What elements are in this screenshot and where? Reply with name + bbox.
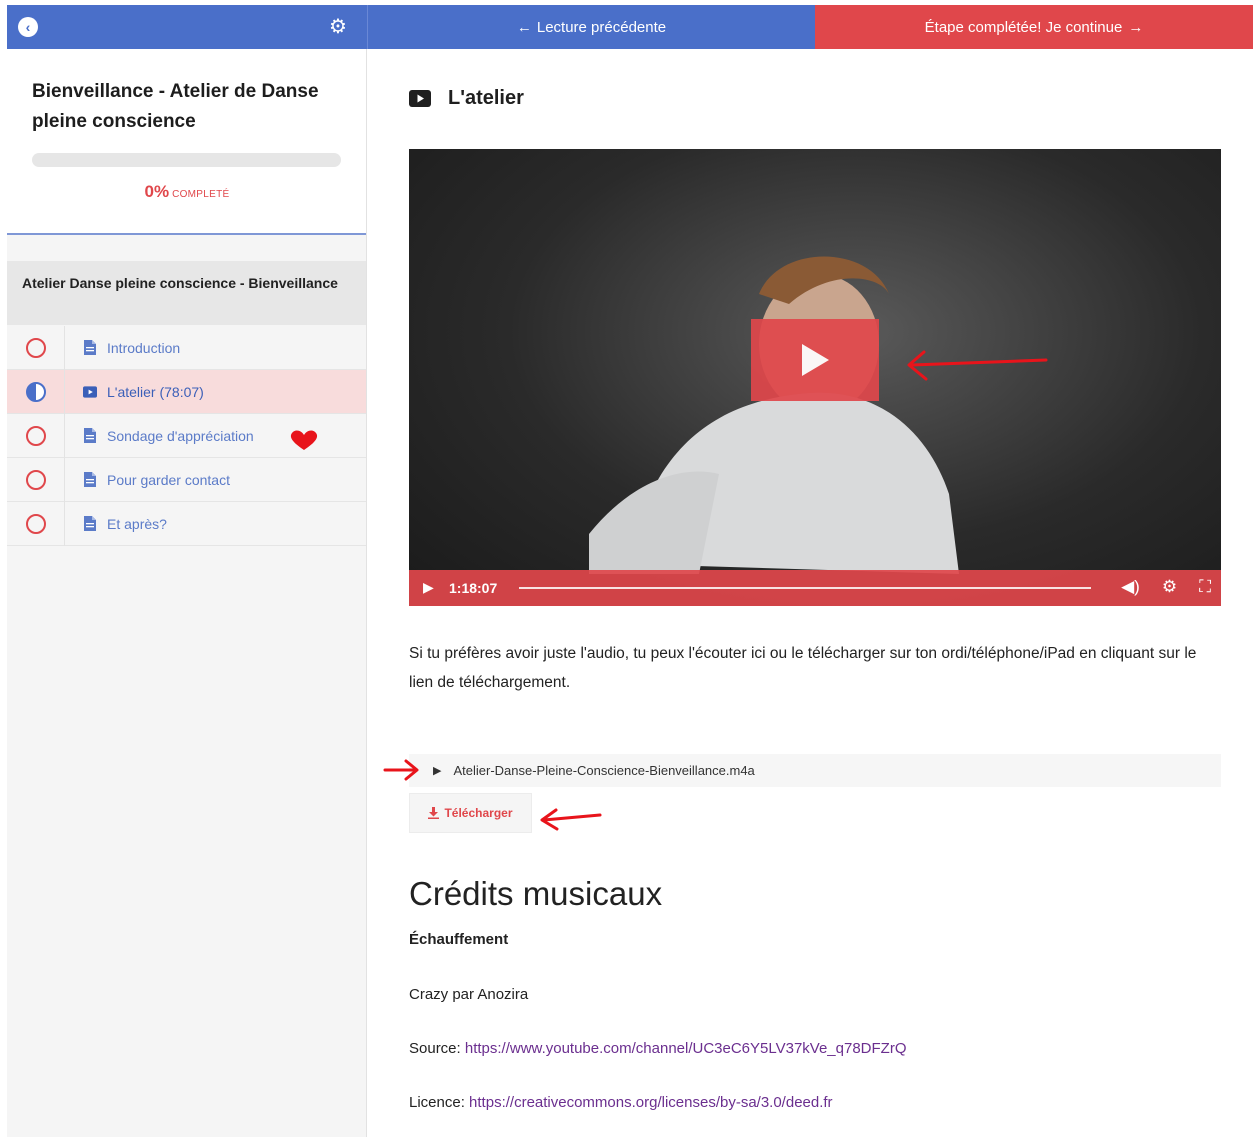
play-icon[interactable]: ▶: [433, 764, 441, 777]
top-bar: ‹ ⚙ ← Lecture précédente Étape complétée…: [7, 5, 1253, 49]
section-title: Atelier Danse pleine conscience - Bienve…: [7, 261, 366, 325]
lesson-item[interactable]: Introduction: [7, 325, 366, 370]
progress-label: COMPLETÉ: [172, 189, 230, 200]
lesson-status: [7, 457, 65, 502]
lesson-label: Sondage d'appréciation: [107, 427, 254, 444]
lesson-content: L'atelier ▶ 1:18:07 ◀) ⚙ ⛶ Si tu préfère…: [368, 49, 1253, 1137]
lesson-status: [7, 413, 65, 458]
complete-and-continue-button[interactable]: Étape complétée! Je continue →: [815, 5, 1253, 49]
document-icon: [83, 515, 97, 532]
audio-instructions: Si tu préfères avoir juste l'audio, tu p…: [409, 645, 1197, 691]
back-icon[interactable]: ‹: [18, 17, 38, 37]
course-header: Bienveillance - Atelier de Danse pleine …: [7, 49, 366, 235]
licence-link[interactable]: https://creativecommons.org/licenses/by-…: [469, 1094, 833, 1111]
licence-label: Licence:: [409, 1094, 465, 1111]
incomplete-circle-icon: [25, 337, 46, 358]
lesson-item-active[interactable]: L'atelier (78:07): [7, 369, 366, 414]
credits-source: Source: https://www.youtube.com/channel/…: [409, 1040, 907, 1057]
video-icon: [409, 90, 431, 107]
progress-text: 0% COMPLETÉ: [7, 182, 367, 202]
credits-licence: Licence: https://creativecommons.org/lic…: [409, 1094, 833, 1111]
video-frame: [589, 256, 959, 574]
play-small-icon[interactable]: ▶: [423, 579, 434, 596]
complete-continue-label: Étape complétée! Je continue: [924, 18, 1123, 36]
lesson-item[interactable]: Et après?: [7, 501, 366, 546]
arrow-right-icon: →: [1128, 18, 1144, 36]
volume-icon[interactable]: ◀): [1121, 577, 1140, 597]
credits-title: Crédits musicaux: [409, 875, 663, 912]
source-label: Source:: [409, 1040, 461, 1057]
in-progress-circle-icon: [25, 381, 46, 402]
video-player[interactable]: ▶ 1:18:07 ◀) ⚙ ⛶: [409, 149, 1221, 606]
top-bar-left: ‹ ⚙: [7, 5, 367, 49]
gear-icon[interactable]: ⚙: [329, 15, 347, 39]
video-icon: [83, 383, 97, 400]
course-title: Bienveillance - Atelier de Danse pleine …: [32, 81, 319, 132]
incomplete-circle-icon: [25, 425, 46, 446]
audio-player[interactable]: ▶ Atelier-Danse-Pleine-Conscience-Bienve…: [409, 754, 1221, 787]
lesson-label: Pour garder contact: [107, 471, 230, 488]
previous-lesson-label: Lecture précédente: [536, 18, 667, 36]
settings-icon[interactable]: ⚙: [1162, 577, 1177, 597]
progress-bar: [32, 153, 341, 167]
lesson-status: [7, 325, 65, 370]
lesson-list: Introduction L'atelier (78:07) Sondage d…: [7, 325, 366, 546]
incomplete-circle-icon: [25, 469, 46, 490]
progress-percent: 0%: [144, 182, 170, 201]
previous-lesson-button[interactable]: ← Lecture précédente: [367, 5, 815, 49]
document-icon: [83, 427, 97, 444]
video-timecode: 1:18:07: [449, 580, 498, 596]
arrow-left-icon: ←: [516, 18, 532, 36]
video-controls: ▶ 1:18:07 ◀) ⚙ ⛶: [409, 570, 1221, 606]
download-label: Télécharger: [444, 806, 513, 820]
lesson-item[interactable]: Sondage d'appréciation: [7, 413, 366, 458]
lesson-heading: L'atelier: [409, 87, 524, 110]
lesson-label: Introduction: [107, 339, 181, 356]
document-icon: [83, 339, 97, 356]
incomplete-circle-icon: [25, 513, 46, 534]
lesson-label: Et après?: [107, 515, 167, 532]
lesson-item[interactable]: Pour garder contact: [7, 457, 366, 502]
credits-track: Crazy par Anozira: [409, 986, 529, 1003]
play-icon: [802, 344, 829, 376]
lesson-status: [7, 369, 65, 414]
video-scrubber[interactable]: [519, 587, 1091, 589]
lesson-heading-text: L'atelier: [448, 87, 524, 109]
fullscreen-icon[interactable]: ⛶: [1199, 577, 1211, 597]
source-link[interactable]: https://www.youtube.com/channel/UC3eC6Y5…: [465, 1040, 907, 1057]
lesson-label: L'atelier (78:07): [107, 383, 204, 400]
lesson-status: [7, 501, 65, 546]
download-button[interactable]: Télécharger: [409, 793, 532, 833]
course-sidebar: Bienveillance - Atelier de Danse pleine …: [7, 49, 367, 1137]
credits-subtitle: Échauffement: [409, 931, 509, 948]
heart-annotation: [290, 430, 318, 450]
play-button[interactable]: [751, 319, 879, 401]
download-icon: [428, 807, 440, 819]
audio-filename: Atelier-Danse-Pleine-Conscience-Bienveil…: [453, 763, 755, 778]
document-icon: [83, 471, 97, 488]
